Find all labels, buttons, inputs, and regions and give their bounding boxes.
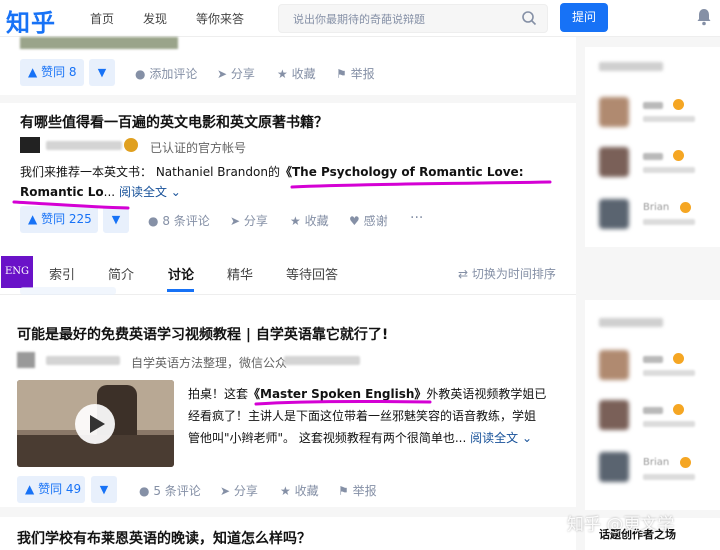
highlight-annotations: [12, 180, 552, 406]
highlight-underline-book-title: [290, 180, 552, 189]
highlight-underline-course-title: [254, 399, 432, 406]
highlight-underline-book-title-cont: [12, 200, 130, 210]
